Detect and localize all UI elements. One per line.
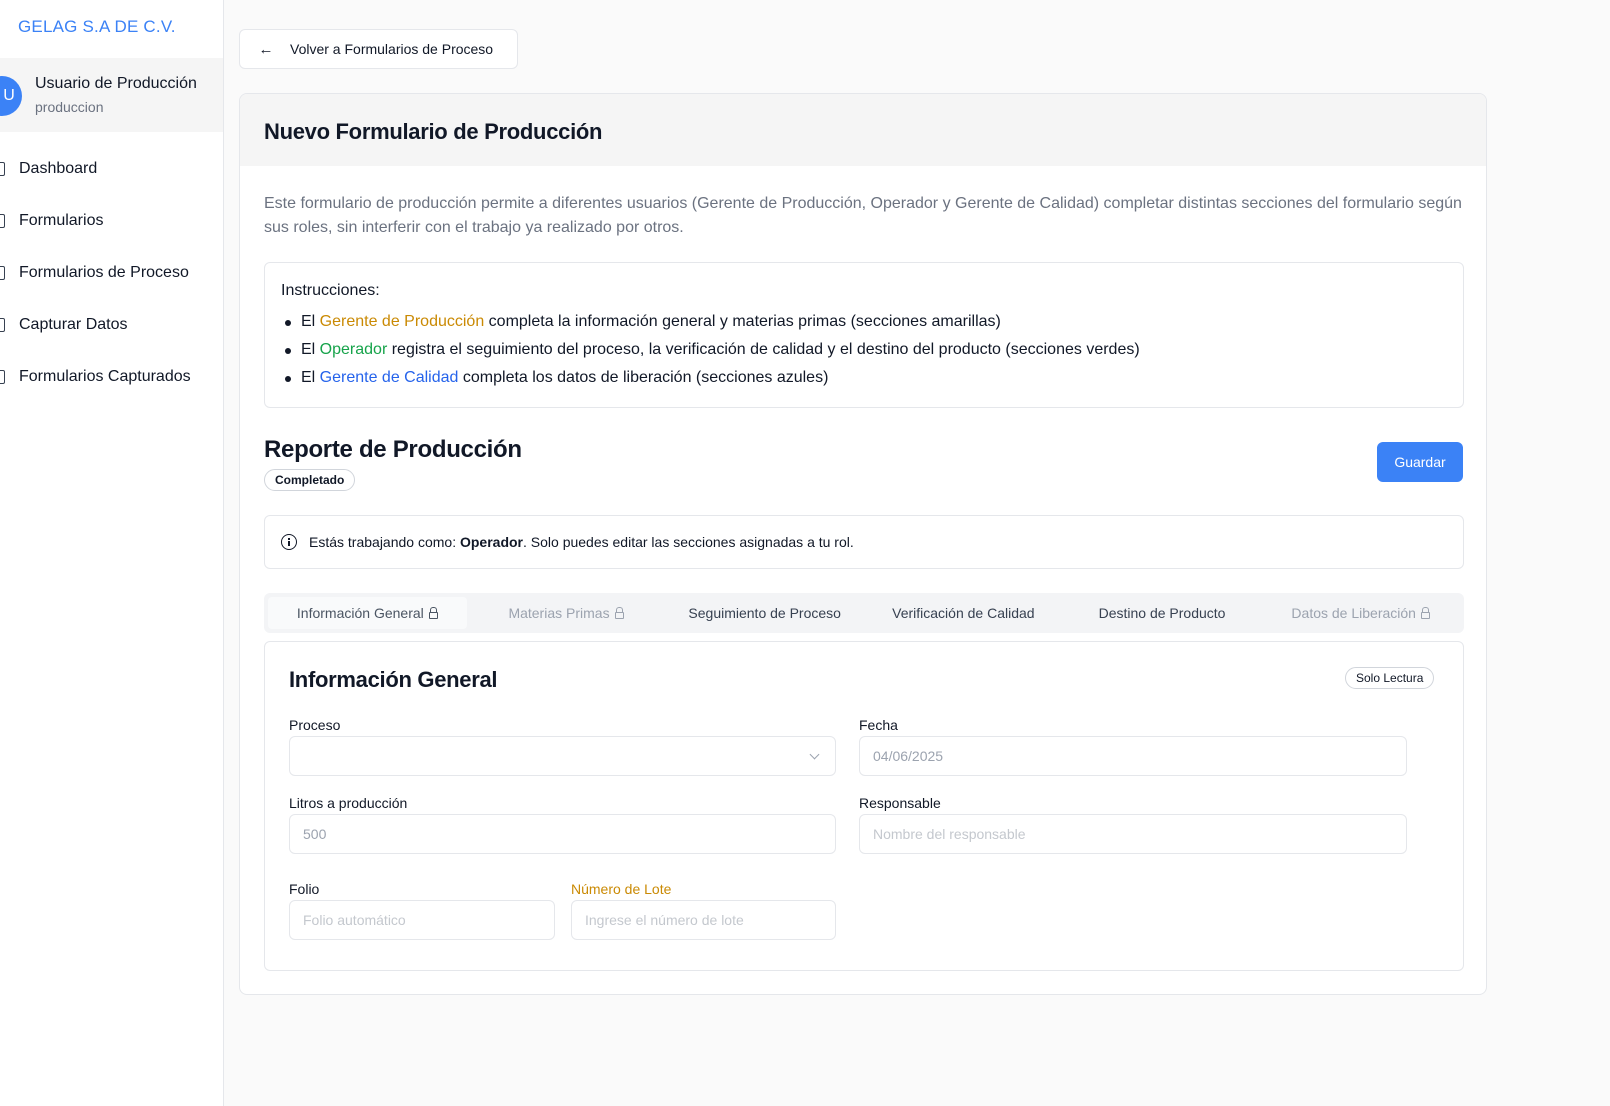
folio-label: Folio: [289, 881, 320, 897]
folder-icon: [0, 370, 5, 384]
back-button-label: Volver a Formularios de Proceso: [290, 41, 494, 57]
proceso-label: Proceso: [289, 717, 341, 733]
sidebar-item-formularios[interactable]: Formularios: [0, 195, 223, 247]
chevron-down-icon: [809, 749, 820, 760]
proceso-select[interactable]: [289, 736, 836, 776]
lote-label: Número de Lote: [571, 881, 672, 897]
file-icon: [0, 214, 5, 228]
sidebar-item-dashboard[interactable]: Dashboard: [0, 143, 223, 195]
sidebar-item-formularios-capturados[interactable]: Formularios Capturados: [0, 351, 223, 403]
instructions-title: Instrucciones:: [281, 282, 380, 299]
tab-materias-primas[interactable]: Materias Primas: [467, 597, 666, 629]
read-only-badge: Solo Lectura: [1345, 667, 1435, 689]
fecha-field[interactable]: [859, 736, 1407, 776]
form-card: Nuevo Formulario de Producción Este form…: [239, 93, 1487, 995]
lock-icon: [614, 606, 624, 619]
instructions-list: El Gerente de Producción completa la inf…: [281, 308, 1447, 392]
user-profile: U Usuario de Producción produccion: [0, 58, 223, 132]
save-button[interactable]: Guardar: [1377, 442, 1463, 482]
sidebar-item-label: Formularios de Proceso: [19, 264, 189, 281]
instruction-item: El Gerente de Calidad completa los datos…: [281, 364, 1447, 392]
section-informacion-general: Información General Solo Lectura Proceso…: [264, 641, 1464, 971]
role-gerente-produccion: Gerente de Producción: [319, 313, 485, 330]
avatar: U: [0, 76, 22, 116]
tab-destino-producto[interactable]: Destino de Producto: [1063, 597, 1262, 629]
sidebar-item-label: Formularios: [19, 212, 104, 229]
sidebar-item-label: Dashboard: [19, 160, 98, 177]
clipboard-icon: [0, 266, 5, 280]
role-alert: Estás trabajando como: Operador. Solo pu…: [264, 515, 1464, 569]
folio-field[interactable]: [289, 900, 555, 940]
back-button[interactable]: ← Volver a Formularios de Proceso: [239, 29, 518, 69]
sidebar-item-label: Formularios Capturados: [19, 368, 191, 385]
tab-datos-liberacion[interactable]: Datos de Liberación: [1261, 597, 1460, 629]
status-badge: Completado: [264, 469, 356, 491]
info-icon: [281, 534, 297, 550]
sidebar: GELAG S.A DE C.V. U Usuario de Producció…: [0, 0, 224, 1106]
dashboard-icon: [0, 162, 5, 176]
tab-informacion-general[interactable]: Información General: [268, 597, 467, 629]
sidebar-item-label: Capturar Datos: [19, 316, 128, 333]
instructions-box: Instrucciones: El Gerente de Producción …: [264, 262, 1464, 408]
role-operador: Operador: [319, 341, 388, 358]
report-title: Reporte de Producción: [264, 436, 522, 463]
arrow-left-icon: ←: [258, 40, 274, 58]
form-description: Este formulario de producción permite a …: [264, 195, 1462, 236]
tab-seguimiento-proceso[interactable]: Seguimiento de Proceso: [665, 597, 864, 629]
litros-label: Litros a producción: [289, 795, 408, 811]
sidebar-item-capturar-datos[interactable]: Capturar Datos: [0, 299, 223, 351]
sidebar-item-formularios-proceso[interactable]: Formularios de Proceso: [0, 247, 223, 299]
litros-field[interactable]: [289, 814, 836, 854]
brand-logo-text[interactable]: GELAG S.A DE C.V.: [18, 17, 176, 37]
section-tabs: Información General Materias Primas Segu…: [264, 593, 1464, 633]
responsable-field[interactable]: [859, 814, 1407, 854]
user-role: produccion: [35, 99, 104, 115]
role-alert-text: Estás trabajando como: Operador. Solo pu…: [309, 534, 854, 550]
page-title: Nuevo Formulario de Producción: [240, 94, 1486, 166]
lock-icon: [1420, 606, 1430, 619]
section-title: Información General: [289, 667, 498, 692]
lock-icon: [428, 606, 438, 619]
role-gerente-calidad: Gerente de Calidad: [319, 369, 459, 386]
lote-field[interactable]: [571, 900, 836, 940]
instruction-item: El Gerente de Producción completa la inf…: [281, 308, 1447, 336]
instruction-item: El Operador registra el seguimiento del …: [281, 336, 1447, 364]
responsable-label: Responsable: [859, 795, 941, 811]
main-content: ← Volver a Formularios de Proceso Nuevo …: [224, 0, 1610, 1106]
fecha-label: Fecha: [859, 717, 898, 733]
user-name: Usuario de Producción: [35, 75, 197, 92]
pencil-icon: [0, 318, 5, 332]
tab-verificacion-calidad[interactable]: Verificación de Calidad: [864, 597, 1063, 629]
sidebar-nav: Dashboard Formularios Formularios de Pro…: [0, 143, 223, 403]
